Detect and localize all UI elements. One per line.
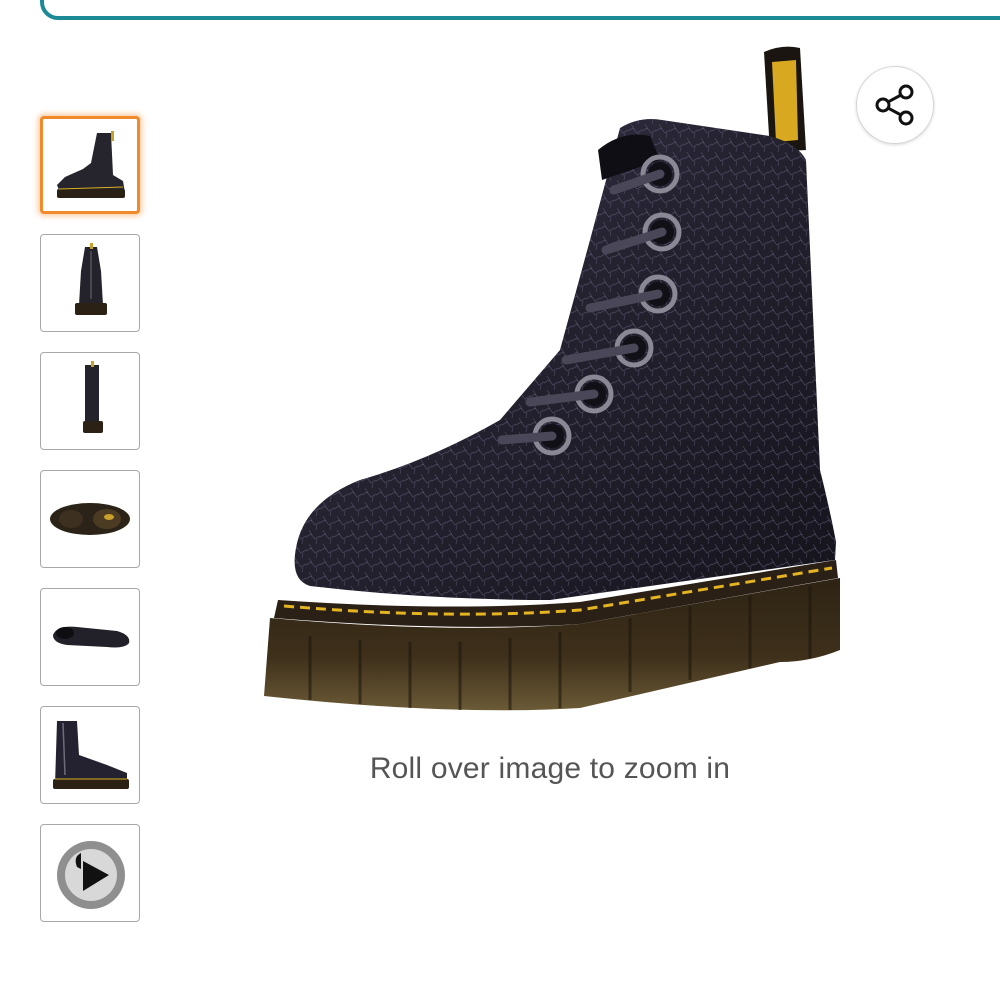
boot-sole-view-icon bbox=[50, 503, 130, 535]
boot-zip-view-icon bbox=[53, 721, 129, 789]
thumbnail-5[interactable] bbox=[40, 588, 140, 686]
zoom-hint-text: Roll over image to zoom in bbox=[369, 752, 731, 785]
boot-top-view-icon bbox=[53, 626, 130, 648]
thumbnail-4[interactable] bbox=[40, 470, 140, 568]
thumbnail-6[interactable] bbox=[40, 706, 140, 804]
product-image-page: Roll over image to zoom in bbox=[0, 0, 1000, 1000]
main-product-image[interactable] bbox=[250, 40, 850, 730]
thumbnail-3[interactable] bbox=[40, 352, 140, 450]
video-play-icon bbox=[57, 841, 125, 909]
search-bar[interactable] bbox=[40, 0, 1000, 20]
boot-three-quarter-view-icon bbox=[57, 131, 125, 198]
boot-side-view-icon bbox=[83, 361, 103, 433]
share-button[interactable] bbox=[856, 66, 934, 144]
boot-front-view-icon bbox=[75, 243, 107, 315]
share-icon bbox=[875, 84, 914, 126]
boot-main-image bbox=[264, 46, 840, 711]
thumbnail-2[interactable] bbox=[40, 234, 140, 332]
thumbnail-1[interactable] bbox=[40, 116, 140, 214]
thumbnail-7-video[interactable] bbox=[40, 824, 140, 922]
